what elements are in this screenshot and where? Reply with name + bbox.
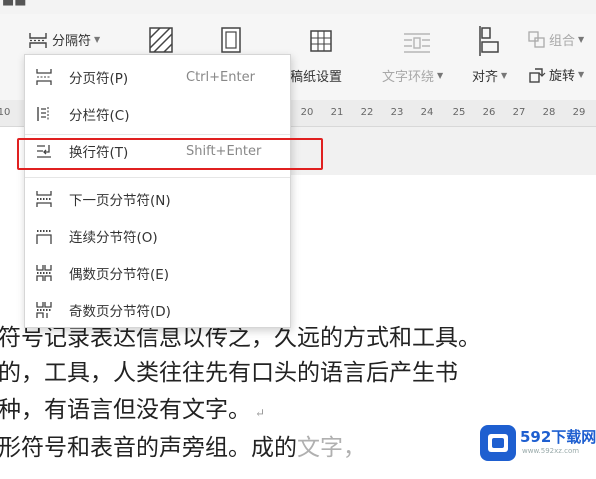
menu-item-shortcut: Ctrl+Enter xyxy=(186,69,255,85)
chevron-down-icon: ▼ xyxy=(578,70,585,79)
separator-label: 分隔符 xyxy=(52,34,92,49)
ruler-tick: 22 xyxy=(360,107,374,118)
menu-item-column-break[interactable]: 分栏符(C) xyxy=(25,100,290,128)
text-wrap-button[interactable]: 文字环绕 ▼ xyxy=(382,66,443,85)
ruler-tick: 26 xyxy=(482,107,496,118)
menu-item-label: 分页符(P) xyxy=(69,71,129,87)
menu-item-continuous-section-break[interactable]: 连续分节符(O) xyxy=(25,222,290,250)
ruler-tick: 23 xyxy=(390,107,404,118)
menu-item-label: 奇数页分节符(D) xyxy=(69,304,171,320)
page-break-icon xyxy=(36,69,52,85)
ruler-tick: 21 xyxy=(330,107,344,118)
menu-item-label: 偶数页分节符(E) xyxy=(69,267,170,283)
document-line-4-wrap[interactable]: 形符号和表音的声旁组。成的文字， xyxy=(0,428,366,462)
odd-page-section-break-icon xyxy=(36,302,52,318)
menu-divider xyxy=(25,177,290,178)
ruler-tick: 10 xyxy=(0,107,11,118)
manuscript-grid-icon[interactable] xyxy=(308,28,334,54)
document-line-4-faded: 文字， xyxy=(297,435,366,461)
watermark-brand: 592下载网 xyxy=(520,428,596,446)
watermark-url: www.592xz.com xyxy=(522,447,580,455)
menu-item-label: 连续分节符(O) xyxy=(69,230,158,246)
ruler-tick: 24 xyxy=(420,107,434,118)
menu-item-even-page-section-break[interactable]: 偶数页分节符(E) xyxy=(25,259,290,287)
continuous-section-break-icon xyxy=(36,230,52,244)
align-icon[interactable] xyxy=(478,26,502,56)
separator-button[interactable]: 分隔符 ▼ xyxy=(28,30,100,49)
manuscript-settings-label: 稿纸设置 xyxy=(290,70,343,85)
document-margin-shade xyxy=(290,127,596,175)
menu-bar-fragment: ■■ xyxy=(2,0,27,8)
site-watermark-logo: 592下载网 www.592xz.com xyxy=(476,422,596,464)
watermark-logo-icon xyxy=(480,425,516,461)
ruler-tick: 27 xyxy=(512,107,526,118)
highlight-box xyxy=(17,138,323,170)
chevron-down-icon: ▼ xyxy=(501,71,508,80)
manuscript-settings-button[interactable]: 稿纸设置 xyxy=(290,66,342,85)
rotate-icon xyxy=(529,67,546,83)
menu-item-next-page-section-break[interactable]: 下一页分节符(N) xyxy=(25,185,290,213)
group-button[interactable]: 组合 ▼ xyxy=(528,30,584,49)
chevron-down-icon: ▼ xyxy=(437,71,444,80)
align-button[interactable]: 对齐 ▼ xyxy=(472,66,507,85)
page-margin-icon[interactable] xyxy=(218,26,244,54)
menu-bar: ■■ xyxy=(0,0,596,14)
ruler-tick: 29 xyxy=(572,107,586,118)
align-label: 对齐 xyxy=(472,70,499,85)
rotate-button[interactable]: 旋转 ▼ xyxy=(528,65,584,84)
menu-item-label: 下一页分节符(N) xyxy=(69,193,171,209)
next-page-section-break-icon xyxy=(36,191,52,207)
rotate-label: 旋转 xyxy=(549,69,576,84)
menu-item-label: 分栏符(C) xyxy=(69,108,130,124)
separator-dropdown-menu: 分页符(P) Ctrl+Enter 分栏符(C) 换行符(T) Shift+En… xyxy=(24,54,291,328)
page-background-icon[interactable] xyxy=(148,26,174,54)
document-line-3-wrap[interactable]: 种，有语言但没有文字。 ↵ xyxy=(0,390,265,424)
ruler-tick: 25 xyxy=(452,107,466,118)
document-line-4: 形符号和表音的声旁组。成的 xyxy=(0,435,297,461)
menu-item-odd-page-section-break[interactable]: 奇数页分节符(D) xyxy=(25,296,290,324)
text-wrap-label: 文字环绕 xyxy=(382,70,435,85)
column-break-icon xyxy=(37,107,49,121)
chevron-down-icon: ▼ xyxy=(578,35,585,44)
document-line-3: 种，有语言但没有文字。 xyxy=(0,397,251,423)
text-wrap-icon[interactable] xyxy=(402,30,432,54)
document-line-2[interactable]: 的，工具，人类往往先有口头的语言后产生书 xyxy=(0,353,458,387)
ruler-tick: 20 xyxy=(300,107,314,118)
menu-item-page-break[interactable]: 分页符(P) Ctrl+Enter xyxy=(25,63,290,91)
menu-divider xyxy=(25,134,290,135)
paragraph-mark: ↵ xyxy=(255,406,266,420)
group-label: 组合 xyxy=(549,34,576,49)
even-page-section-break-icon xyxy=(36,265,52,281)
chevron-down-icon: ▼ xyxy=(94,35,101,44)
separator-icon xyxy=(29,32,47,48)
group-icon xyxy=(528,30,545,48)
ruler-tick: 28 xyxy=(542,107,556,118)
